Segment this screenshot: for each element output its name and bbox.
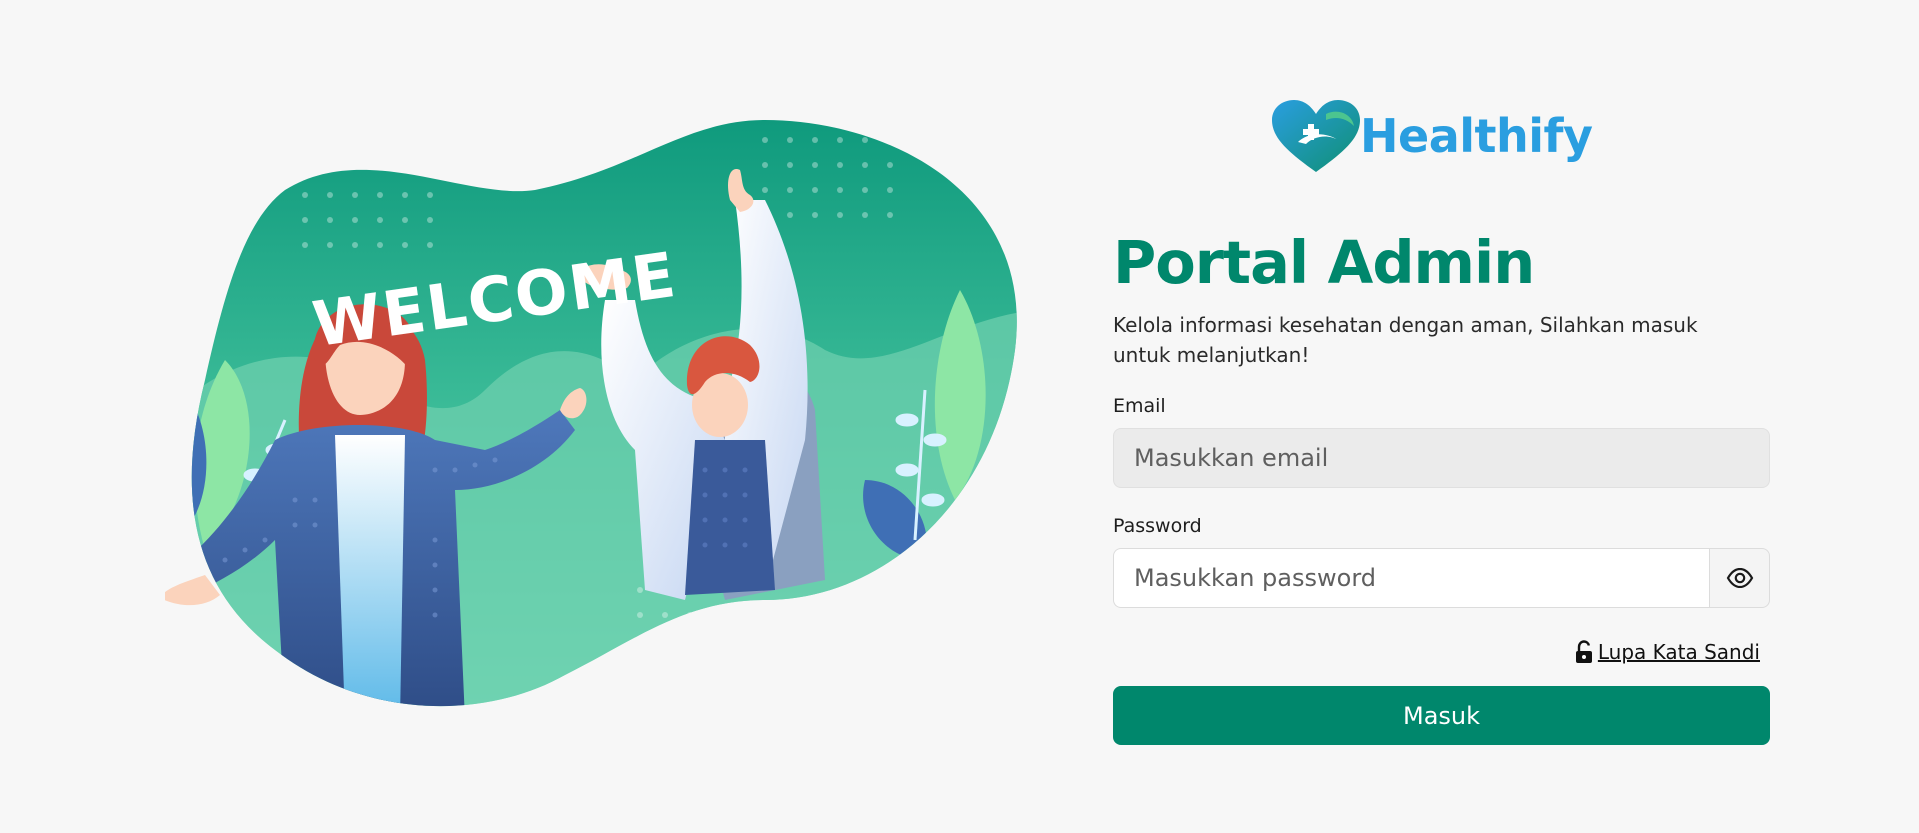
forgot-password-label: Lupa Kata Sandi — [1597, 640, 1760, 664]
login-form: Portal Admin Kelola informasi kesehatan … — [1113, 226, 1770, 745]
toggle-password-button[interactable] — [1709, 548, 1770, 608]
password-label: Password — [1113, 515, 1202, 537]
login-page: WELCOME Healthify Portal Admin Kelola in… — [0, 0, 1919, 833]
login-button[interactable]: Masuk — [1113, 686, 1770, 745]
eye-icon — [1726, 568, 1753, 588]
brand-name: Healthify — [1360, 109, 1593, 163]
welcome-illustration-svg: WELCOME — [165, 120, 1017, 707]
forgot-row: Lupa Kata Sandi — [1113, 640, 1760, 664]
page-title: Portal Admin — [1113, 228, 1535, 297]
email-input[interactable] — [1113, 428, 1770, 488]
unlock-icon — [1574, 640, 1594, 664]
welcome-illustration: WELCOME — [165, 120, 1035, 740]
healthify-logo: Healthify — [1268, 96, 1608, 176]
password-group — [1113, 548, 1770, 608]
email-label: Email — [1113, 395, 1166, 417]
heart-logo-icon — [1272, 100, 1360, 172]
page-subtitle: Kelola informasi kesehatan dengan aman, … — [1113, 313, 1698, 367]
forgot-password-link[interactable]: Lupa Kata Sandi — [1574, 640, 1760, 664]
password-input[interactable] — [1113, 548, 1709, 608]
